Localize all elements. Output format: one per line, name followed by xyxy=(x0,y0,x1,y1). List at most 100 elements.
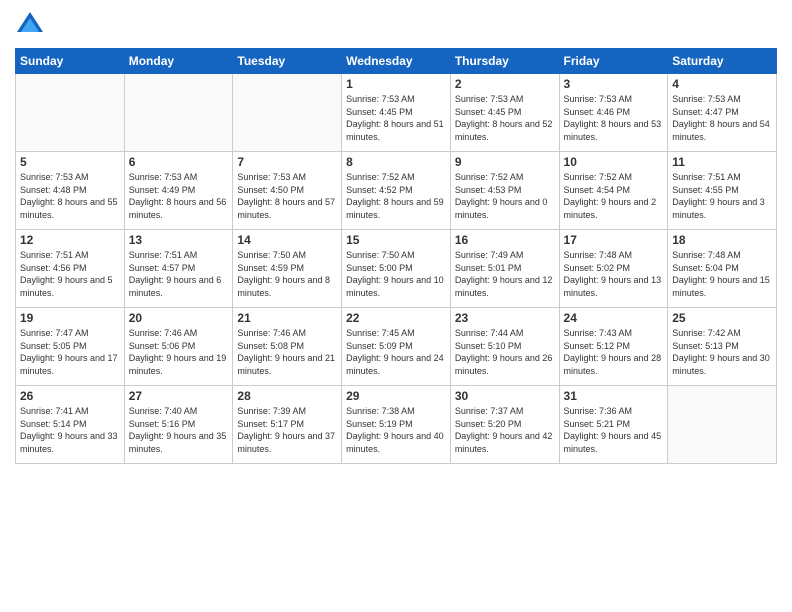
calendar-day-cell xyxy=(233,74,342,152)
calendar-day-header: Wednesday xyxy=(342,49,451,74)
calendar-day-cell: 29 Sunrise: 7:38 AMSunset: 5:19 PMDayligh… xyxy=(342,386,451,464)
day-number: 19 xyxy=(20,311,120,325)
calendar-day-cell: 2 Sunrise: 7:53 AMSunset: 4:45 PMDaylight… xyxy=(450,74,559,152)
day-info: Sunrise: 7:52 AMSunset: 4:54 PMDaylight:… xyxy=(564,171,664,221)
day-number: 12 xyxy=(20,233,120,247)
calendar-day-cell: 4 Sunrise: 7:53 AMSunset: 4:47 PMDaylight… xyxy=(668,74,777,152)
day-info: Sunrise: 7:44 AMSunset: 5:10 PMDaylight:… xyxy=(455,327,555,377)
day-info: Sunrise: 7:38 AMSunset: 5:19 PMDaylight:… xyxy=(346,405,446,455)
calendar-day-cell: 3 Sunrise: 7:53 AMSunset: 4:46 PMDaylight… xyxy=(559,74,668,152)
calendar-day-cell: 22Sunrise: 7:45 AMSunset: 5:09 PMDayligh… xyxy=(342,308,451,386)
day-info: Sunrise: 7:46 AMSunset: 5:08 PMDaylight:… xyxy=(237,327,337,377)
calendar-day-cell: 17 Sunrise: 7:48 AMSunset: 5:02 PMDayligh… xyxy=(559,230,668,308)
calendar-day-cell: 26Sunrise: 7:41 AMSunset: 5:14 PMDayligh… xyxy=(16,386,125,464)
day-info: Sunrise: 7:52 AMSunset: 4:52 PMDaylight:… xyxy=(346,171,446,221)
day-info: Sunrise: 7:53 AMSunset: 4:46 PMDaylight:… xyxy=(564,93,664,143)
day-info: Sunrise: 7:53 AMSunset: 4:48 PMDaylight:… xyxy=(20,171,120,221)
calendar-day-cell: 23Sunrise: 7:44 AMSunset: 5:10 PMDayligh… xyxy=(450,308,559,386)
day-info: Sunrise: 7:43 AMSunset: 5:12 PMDaylight:… xyxy=(564,327,664,377)
day-number: 25 xyxy=(672,311,772,325)
calendar-day-cell: 15 Sunrise: 7:50 AMSunset: 5:00 PMDayligh… xyxy=(342,230,451,308)
day-number: 15 xyxy=(346,233,446,247)
calendar-week-row: 19 Sunrise: 7:47 AMSunset: 5:05 PMDayligh… xyxy=(16,308,777,386)
calendar-day-cell: 18Sunrise: 7:48 AMSunset: 5:04 PMDayligh… xyxy=(668,230,777,308)
day-number: 20 xyxy=(129,311,229,325)
day-number: 17 xyxy=(564,233,664,247)
day-info: Sunrise: 7:51 AMSunset: 4:55 PMDaylight:… xyxy=(672,171,772,221)
calendar-day-header: Saturday xyxy=(668,49,777,74)
day-info: Sunrise: 7:51 AMSunset: 4:57 PMDaylight:… xyxy=(129,249,229,299)
calendar-day-cell: 7 Sunrise: 7:53 AMSunset: 4:50 PMDaylight… xyxy=(233,152,342,230)
calendar-day-cell: 31 Sunrise: 7:36 AMSunset: 5:21 PMDayligh… xyxy=(559,386,668,464)
day-number: 31 xyxy=(564,389,664,403)
day-number: 2 xyxy=(455,77,555,91)
day-info: Sunrise: 7:51 AMSunset: 4:56 PMDaylight:… xyxy=(20,249,120,299)
day-info: Sunrise: 7:42 AMSunset: 5:13 PMDaylight:… xyxy=(672,327,772,377)
day-info: Sunrise: 7:46 AMSunset: 5:06 PMDaylight:… xyxy=(129,327,229,377)
day-number: 29 xyxy=(346,389,446,403)
calendar-day-cell: 20 Sunrise: 7:46 AMSunset: 5:06 PMDayligh… xyxy=(124,308,233,386)
day-number: 28 xyxy=(237,389,337,403)
calendar-day-cell xyxy=(124,74,233,152)
day-info: Sunrise: 7:53 AMSunset: 4:45 PMDaylight:… xyxy=(346,93,446,143)
calendar-day-cell: 19 Sunrise: 7:47 AMSunset: 5:05 PMDayligh… xyxy=(16,308,125,386)
calendar-day-header: Friday xyxy=(559,49,668,74)
day-number: 3 xyxy=(564,77,664,91)
calendar-week-row: 12 Sunrise: 7:51 AMSunset: 4:56 PMDayligh… xyxy=(16,230,777,308)
calendar-day-cell: 25 Sunrise: 7:42 AMSunset: 5:13 PMDayligh… xyxy=(668,308,777,386)
day-number: 10 xyxy=(564,155,664,169)
day-number: 9 xyxy=(455,155,555,169)
day-number: 16 xyxy=(455,233,555,247)
day-info: Sunrise: 7:49 AMSunset: 5:01 PMDaylight:… xyxy=(455,249,555,299)
calendar-day-cell: 8 Sunrise: 7:52 AMSunset: 4:52 PMDaylight… xyxy=(342,152,451,230)
logo xyxy=(15,10,49,40)
day-number: 26 xyxy=(20,389,120,403)
day-number: 4 xyxy=(672,77,772,91)
calendar-day-header: Sunday xyxy=(16,49,125,74)
day-number: 5 xyxy=(20,155,120,169)
calendar-day-cell: 10 Sunrise: 7:52 AMSunset: 4:54 PMDayligh… xyxy=(559,152,668,230)
day-info: Sunrise: 7:47 AMSunset: 5:05 PMDaylight:… xyxy=(20,327,120,377)
day-number: 27 xyxy=(129,389,229,403)
day-number: 8 xyxy=(346,155,446,169)
calendar-day-header: Monday xyxy=(124,49,233,74)
calendar-day-cell: 21 Sunrise: 7:46 AMSunset: 5:08 PMDayligh… xyxy=(233,308,342,386)
logo-icon xyxy=(15,10,45,40)
day-info: Sunrise: 7:48 AMSunset: 5:02 PMDaylight:… xyxy=(564,249,664,299)
day-info: Sunrise: 7:53 AMSunset: 4:49 PMDaylight:… xyxy=(129,171,229,221)
calendar-header-row: SundayMondayTuesdayWednesdayThursdayFrid… xyxy=(16,49,777,74)
calendar-day-cell: 1 Sunrise: 7:53 AMSunset: 4:45 PMDaylight… xyxy=(342,74,451,152)
calendar-day-header: Tuesday xyxy=(233,49,342,74)
calendar-day-header: Thursday xyxy=(450,49,559,74)
day-number: 13 xyxy=(129,233,229,247)
calendar-day-cell: 30 Sunrise: 7:37 AMSunset: 5:20 PMDayligh… xyxy=(450,386,559,464)
day-info: Sunrise: 7:36 AMSunset: 5:21 PMDaylight:… xyxy=(564,405,664,455)
day-info: Sunrise: 7:37 AMSunset: 5:20 PMDaylight:… xyxy=(455,405,555,455)
day-info: Sunrise: 7:45 AMSunset: 5:09 PMDaylight:… xyxy=(346,327,446,377)
day-info: Sunrise: 7:39 AMSunset: 5:17 PMDaylight:… xyxy=(237,405,337,455)
day-number: 24 xyxy=(564,311,664,325)
calendar-day-cell: 24 Sunrise: 7:43 AMSunset: 5:12 PMDayligh… xyxy=(559,308,668,386)
calendar-table: SundayMondayTuesdayWednesdayThursdayFrid… xyxy=(15,48,777,464)
day-info: Sunrise: 7:53 AMSunset: 4:47 PMDaylight:… xyxy=(672,93,772,143)
page-header xyxy=(15,10,777,40)
calendar-day-cell: 28 Sunrise: 7:39 AMSunset: 5:17 PMDayligh… xyxy=(233,386,342,464)
day-info: Sunrise: 7:50 AMSunset: 5:00 PMDaylight:… xyxy=(346,249,446,299)
calendar-day-cell xyxy=(16,74,125,152)
day-info: Sunrise: 7:40 AMSunset: 5:16 PMDaylight:… xyxy=(129,405,229,455)
day-number: 7 xyxy=(237,155,337,169)
day-number: 30 xyxy=(455,389,555,403)
day-info: Sunrise: 7:53 AMSunset: 4:45 PMDaylight:… xyxy=(455,93,555,143)
calendar-day-cell: 11 Sunrise: 7:51 AMSunset: 4:55 PMDayligh… xyxy=(668,152,777,230)
calendar-week-row: 26Sunrise: 7:41 AMSunset: 5:14 PMDayligh… xyxy=(16,386,777,464)
calendar-day-cell: 5 Sunrise: 7:53 AMSunset: 4:48 PMDaylight… xyxy=(16,152,125,230)
calendar-day-cell: 27 Sunrise: 7:40 AMSunset: 5:16 PMDayligh… xyxy=(124,386,233,464)
day-number: 11 xyxy=(672,155,772,169)
day-number: 1 xyxy=(346,77,446,91)
day-number: 21 xyxy=(237,311,337,325)
day-info: Sunrise: 7:53 AMSunset: 4:50 PMDaylight:… xyxy=(237,171,337,221)
day-info: Sunrise: 7:52 AMSunset: 4:53 PMDaylight:… xyxy=(455,171,555,221)
day-info: Sunrise: 7:50 AMSunset: 4:59 PMDaylight:… xyxy=(237,249,337,299)
day-number: 14 xyxy=(237,233,337,247)
day-number: 6 xyxy=(129,155,229,169)
